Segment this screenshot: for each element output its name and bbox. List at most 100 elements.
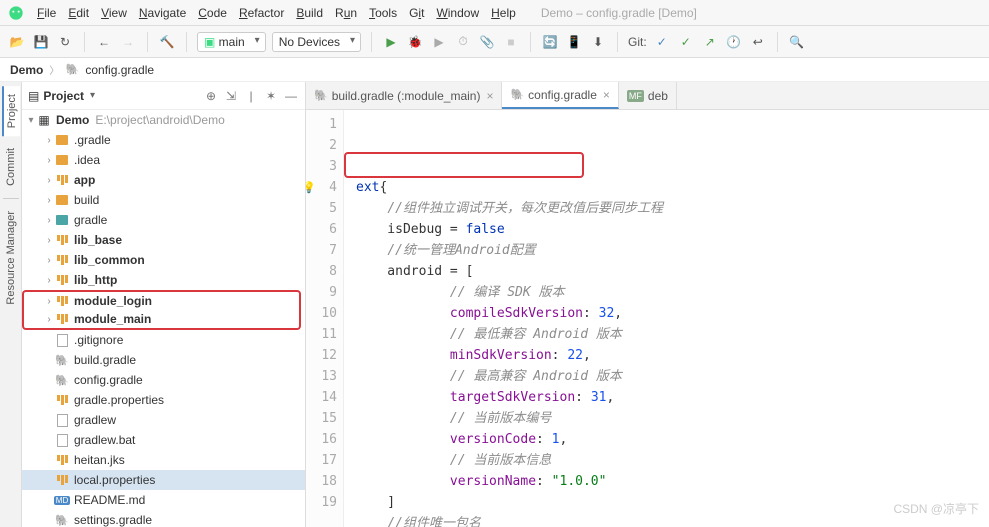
build-icon[interactable]: 🔨	[158, 33, 176, 51]
chevron-right-icon[interactable]: ›	[44, 255, 54, 266]
run-icon[interactable]: ▶	[382, 33, 400, 51]
chevron-down-icon[interactable]: ▾	[88, 90, 95, 101]
project-panel-title[interactable]: Project	[43, 89, 84, 103]
tab-commit[interactable]: Commit	[3, 140, 19, 194]
folder-icon	[54, 153, 70, 167]
menu-code[interactable]: Code	[193, 4, 232, 22]
line-gutter[interactable]: 12345678910111213141516171819	[306, 110, 344, 527]
menu-build[interactable]: Build	[291, 4, 328, 22]
module-icon	[54, 273, 70, 287]
settings-icon[interactable]: ✶	[263, 88, 279, 104]
project-icon: ▦	[36, 113, 52, 127]
menu-edit[interactable]: Edit	[63, 4, 94, 22]
tree-item[interactable]: ›gradle	[22, 210, 305, 230]
chevron-right-icon[interactable]: ›	[44, 195, 54, 206]
chevron-right-icon[interactable]: ›	[44, 275, 54, 286]
menu-run[interactable]: Run	[330, 4, 362, 22]
tree-item[interactable]: ›lib_common	[22, 250, 305, 270]
tree-item[interactable]: ›build	[22, 190, 305, 210]
stop-icon[interactable]: ■	[502, 33, 520, 51]
avd-icon[interactable]: 📱	[565, 33, 583, 51]
chevron-right-icon[interactable]: ›	[44, 314, 54, 325]
menu-git[interactable]: Git	[404, 4, 429, 22]
search-icon[interactable]: 🔍	[788, 33, 806, 51]
tree-item[interactable]: 🐘build.gradle	[22, 350, 305, 370]
chevron-right-icon[interactable]: ›	[44, 296, 54, 307]
sync-icon[interactable]: 🔄	[541, 33, 559, 51]
back-icon[interactable]: ←	[95, 33, 113, 51]
module-icon	[54, 173, 70, 187]
close-icon[interactable]: ×	[603, 88, 610, 102]
window-title: Demo – config.gradle [Demo]	[541, 6, 697, 20]
tree-item[interactable]: MDREADME.md	[22, 490, 305, 510]
tree-item[interactable]: local.properties	[22, 470, 305, 490]
elephant-icon: 🐘	[54, 373, 70, 387]
breadcrumb: Demo 〉 🐘 config.gradle	[0, 58, 989, 82]
tree-item[interactable]: ›lib_base	[22, 230, 305, 250]
git-history-icon[interactable]: 🕐	[725, 33, 743, 51]
attach-icon[interactable]: 📎	[478, 33, 496, 51]
code-area[interactable]: ext{ //组件独立调试开关，每次更改值后要同步工程 isDebug = fa…	[344, 110, 989, 527]
tree-root[interactable]: ▾ ▦ Demo E:\project\android\Demo	[22, 110, 305, 130]
hide-icon[interactable]: —	[283, 88, 299, 104]
module-icon	[54, 453, 70, 467]
menu-file[interactable]: File	[32, 4, 61, 22]
menu-window[interactable]: Window	[431, 4, 484, 22]
chevron-right-icon[interactable]: ›	[44, 135, 54, 146]
tree-item[interactable]: ›.gradle	[22, 130, 305, 150]
debug-icon[interactable]: 🐞	[406, 33, 424, 51]
menu-refactor[interactable]: Refactor	[234, 4, 289, 22]
editor-tab-config-gradle[interactable]: 🐘 config.gradle ×	[502, 82, 618, 109]
forward-icon[interactable]: →	[119, 33, 137, 51]
tree-item[interactable]: 🐘config.gradle	[22, 370, 305, 390]
chevron-right-icon[interactable]: ›	[44, 155, 54, 166]
chevron-down-icon[interactable]: ▾	[26, 115, 36, 126]
project-tree[interactable]: ▾ ▦ Demo E:\project\android\Demo ›.gradl…	[22, 110, 305, 527]
git-commit-icon[interactable]: ✓	[677, 33, 695, 51]
tree-item[interactable]: ›.idea	[22, 150, 305, 170]
tree-item[interactable]: ›module_main	[22, 310, 301, 330]
breadcrumb-file[interactable]: config.gradle	[85, 63, 154, 77]
menu-navigate[interactable]: Navigate	[134, 4, 191, 22]
tree-item[interactable]: heitan.jks	[22, 450, 305, 470]
tree-item[interactable]: ›module_login	[22, 290, 301, 310]
device-dropdown[interactable]: No Devices	[272, 32, 361, 52]
folder-teal-icon	[54, 213, 70, 227]
tab-project[interactable]: Project	[2, 86, 20, 136]
tree-item[interactable]: gradlew	[22, 410, 305, 430]
module-icon	[54, 233, 70, 247]
tab-resource-manager[interactable]: Resource Manager	[3, 203, 19, 313]
editor-tab-deb[interactable]: MF deb	[619, 82, 677, 109]
menu-tools[interactable]: Tools	[364, 4, 402, 22]
close-icon[interactable]: ×	[486, 89, 493, 103]
git-rollback-icon[interactable]: ↩	[749, 33, 767, 51]
module-icon	[54, 473, 70, 487]
chevron-right-icon[interactable]: ›	[44, 175, 54, 186]
menu-view[interactable]: View	[96, 4, 132, 22]
editor-tab-build-gradle[interactable]: 🐘 build.gradle (:module_main) ×	[306, 82, 502, 109]
git-update-icon[interactable]: ✓	[653, 33, 671, 51]
tree-item[interactable]: .gitignore	[22, 330, 305, 350]
tree-item[interactable]: gradle.properties	[22, 390, 305, 410]
sdk-icon[interactable]: ⬇	[589, 33, 607, 51]
folder-icon	[54, 193, 70, 207]
chevron-right-icon[interactable]: ›	[44, 215, 54, 226]
expand-all-icon[interactable]: ⇲	[223, 88, 239, 104]
coverage-icon[interactable]: ▶	[430, 33, 448, 51]
open-icon[interactable]: 📂	[8, 33, 26, 51]
select-opened-icon[interactable]: ⊕	[203, 88, 219, 104]
menu-help[interactable]: Help	[486, 4, 521, 22]
tree-item[interactable]: gradlew.bat	[22, 430, 305, 450]
tree-item[interactable]: ›app	[22, 170, 305, 190]
refresh-icon[interactable]: ↻	[56, 33, 74, 51]
run-config-dropdown[interactable]: ▣ main	[197, 32, 266, 52]
save-icon[interactable]: 💾	[32, 33, 50, 51]
tree-item[interactable]: ›lib_http	[22, 270, 305, 290]
profile-icon[interactable]: ⏱	[454, 33, 472, 51]
git-push-icon[interactable]: ↗	[701, 33, 719, 51]
breadcrumb-project[interactable]: Demo	[10, 63, 43, 77]
gradle-icon: 🐘	[510, 88, 524, 101]
folder-icon	[54, 133, 70, 147]
tree-item[interactable]: 🐘settings.gradle	[22, 510, 305, 527]
chevron-right-icon[interactable]: ›	[44, 235, 54, 246]
